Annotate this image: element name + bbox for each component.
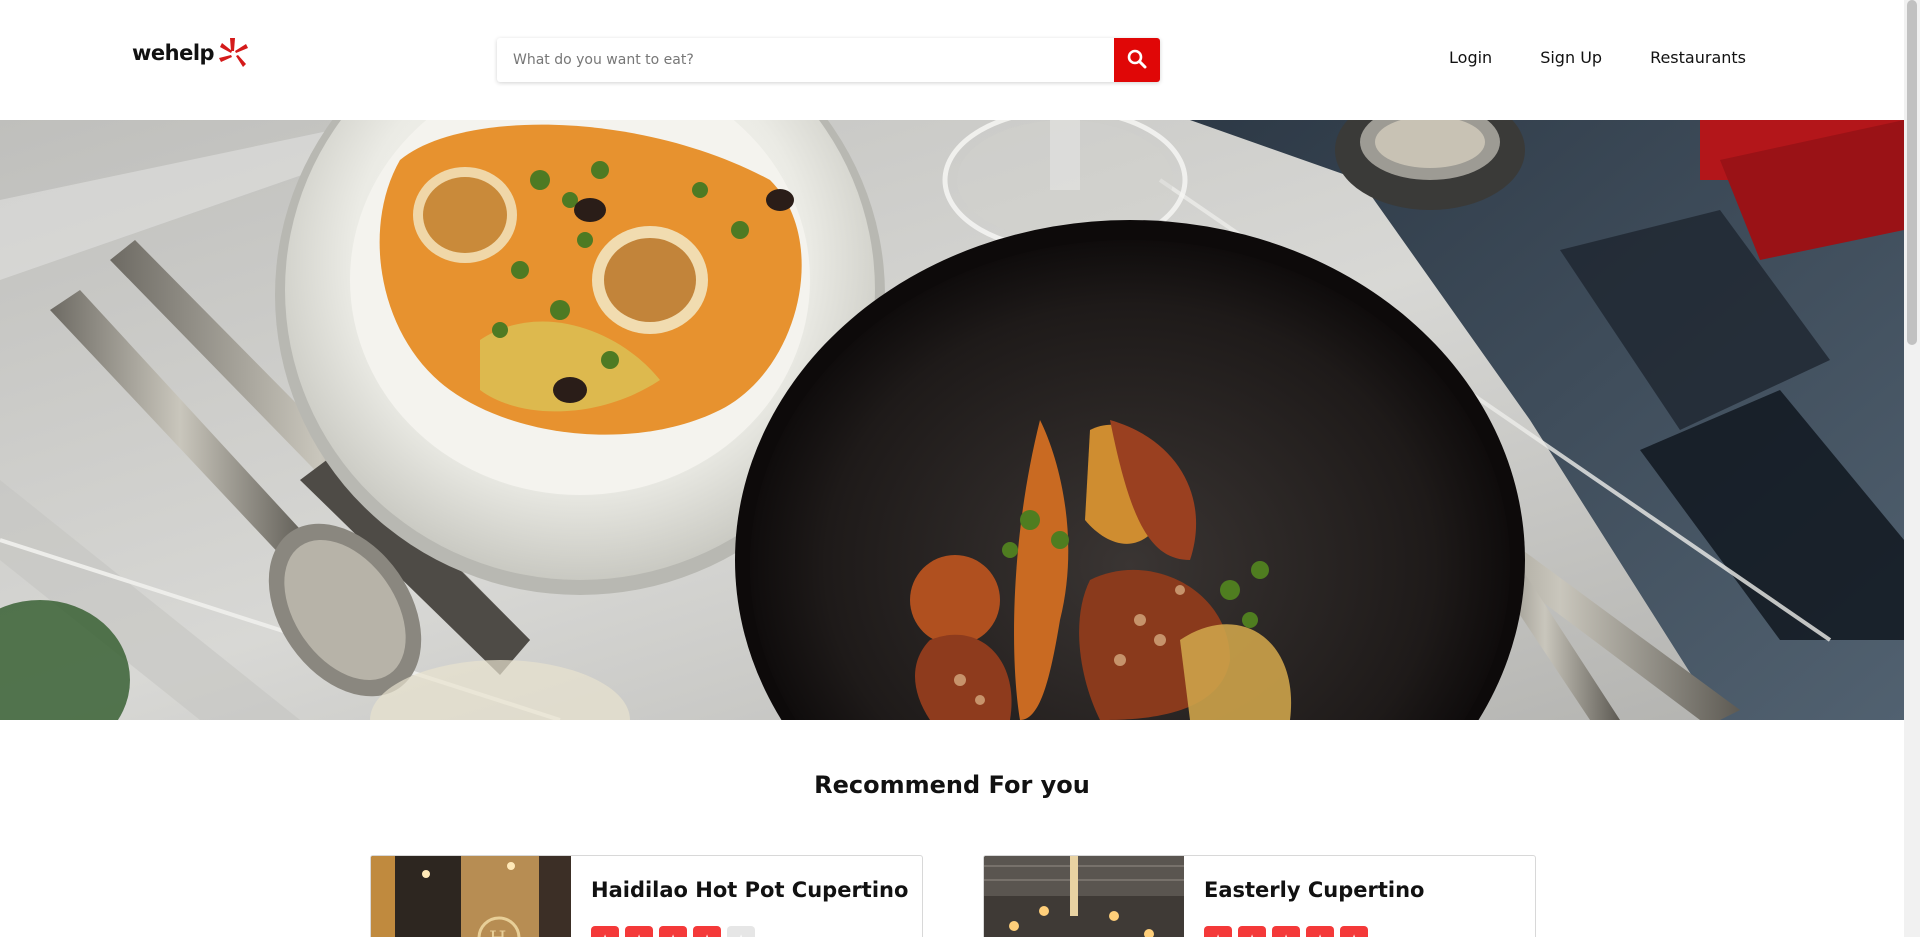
star-icon: ★ (625, 926, 653, 937)
star-rating: ★ ★ ★ ★ ★ (591, 926, 908, 937)
page: wehelp What do you want to eat? Login Si… (0, 0, 1920, 937)
restaurant-name[interactable]: Easterly Cupertino (1204, 878, 1424, 902)
restaurant-card[interactable]: Easterly Cupertino ★ ★ ★ ★ ★ (983, 855, 1536, 937)
star-rating: ★ ★ ★ ★ ★ (1204, 926, 1424, 937)
site-logo[interactable]: wehelp (132, 36, 249, 70)
search-button[interactable] (1114, 38, 1160, 82)
star-icon: ★ (1204, 926, 1232, 937)
burst-logo-icon (218, 36, 249, 70)
search-icon (1127, 49, 1147, 72)
section-title: Recommend For you (814, 771, 1090, 799)
star-icon: ★ (1272, 926, 1300, 937)
card-body: Haidilao Hot Pot Cupertino ★ ★ ★ ★ ★ (571, 856, 922, 937)
search-input[interactable] (497, 38, 1114, 82)
star-icon: ★ (659, 926, 687, 937)
restaurant-photo (984, 856, 1184, 937)
scrollbar-thumb[interactable] (1907, 0, 1917, 345)
star-icon: ★ (1306, 926, 1334, 937)
logo-text: wehelp (132, 41, 215, 65)
restaurant-name[interactable]: Haidilao Hot Pot Cupertino (591, 878, 908, 902)
star-icon: ★ (727, 926, 755, 937)
recommendation-list: H Haidilao Hot Pot Cupertino ★ ★ ★ ★ ★ (370, 855, 1536, 937)
svg-text:H: H (489, 926, 506, 937)
star-icon: ★ (591, 926, 619, 937)
star-icon: ★ (1238, 926, 1266, 937)
restaurant-card[interactable]: H Haidilao Hot Pot Cupertino ★ ★ ★ ★ ★ (370, 855, 923, 937)
nav-signup-link[interactable]: Sign Up (1540, 48, 1602, 67)
page-scrollbar[interactable] (1904, 0, 1920, 937)
site-header: wehelp What do you want to eat? Login Si… (0, 0, 1904, 120)
restaurant-photo: H (371, 856, 571, 937)
search-bar (497, 38, 1160, 82)
card-body: Easterly Cupertino ★ ★ ★ ★ ★ (1184, 856, 1444, 937)
hero-food-image (0, 120, 1904, 720)
nav-login-link[interactable]: Login (1449, 48, 1492, 67)
star-icon: ★ (1340, 926, 1368, 937)
nav-restaurants-link[interactable]: Restaurants (1650, 48, 1746, 67)
main-nav: Login Sign Up Restaurants (1449, 48, 1746, 67)
star-icon: ★ (693, 926, 721, 937)
